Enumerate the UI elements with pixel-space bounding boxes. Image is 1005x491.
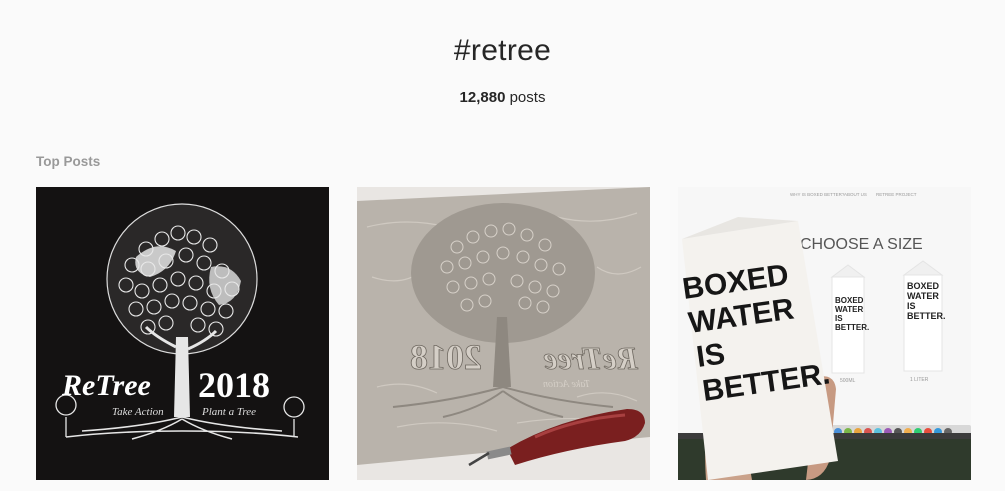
top-post-3[interactable]: WHY IS BOXED BETTER? ABOUT US RETREE PRO… [678,187,971,480]
top-posts-heading: Top Posts [36,154,101,169]
post-1-art-caption-right: Plant a Tree [201,406,256,418]
carton-small-1-line-1: BOXED [835,296,864,305]
post-1-art-year: 2018 [198,365,270,405]
carton-small-1-line-3: IS [835,314,843,323]
hashtag-page: #retree 12,880 posts Top Posts ReTree 20… [0,0,1005,491]
carton-small-2-line-3: IS [907,301,916,311]
post-2-art-year: 2018 [410,337,482,377]
post-3-nav-3: RETREE PROJECT [876,192,917,197]
post-3-size-1: 500ML [840,378,856,384]
top-post-1[interactable]: ReTree 2018 Take Action Plant a Tree [36,187,329,480]
post-1-art-text: ReTree [61,369,151,402]
post-count: 12,880 posts [0,89,1005,106]
carton-big-line-3: IS [694,337,727,374]
carton-small-2-line-1: BOXED [907,281,940,291]
carton-small-1-line-2: WATER [835,305,864,314]
carton-small-2-line-2: WATER [907,291,939,301]
post-3-heading: CHOOSE A SIZE [800,236,923,253]
post-count-label: posts [509,89,546,106]
carton-small-1: BOXED WATER IS BETTER. [830,264,869,374]
top-post-2[interactable]: ReTree 2018 Take Action [357,187,650,480]
post-3-image: WHY IS BOXED BETTER? ABOUT US RETREE PRO… [678,187,971,480]
post-2-image: ReTree 2018 Take Action [357,187,650,480]
post-1-image: ReTree 2018 Take Action Plant a Tree [36,187,329,480]
post-2-art-text: ReTree [543,340,639,376]
carton-small-2: BOXED WATER IS BETTER. [902,260,946,372]
post-2-art-caption: Take Action [543,379,590,390]
post-3-nav-1: WHY IS BOXED BETTER? [790,192,845,197]
post-3-nav-2: ABOUT US [844,192,867,197]
post-1-art-caption-left: Take Action [112,406,164,418]
post-count-number: 12,880 [459,89,506,106]
hashtag-title: #retree [453,34,552,67]
post-3-size-2: 1 LITER [910,377,929,383]
carton-small-1-line-4: BETTER. [835,323,869,332]
carton-small-2-line-4: BETTER. [907,311,946,321]
